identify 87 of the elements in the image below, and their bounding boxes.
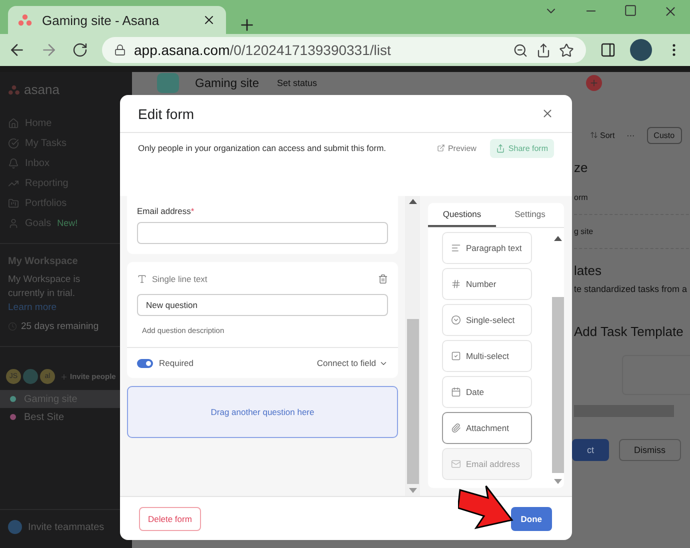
question-type-button[interactable]: Number [442, 268, 532, 300]
panel-tab[interactable]: Questions [428, 203, 496, 227]
background-text: g site [574, 215, 690, 249]
text-type-icon [137, 274, 147, 284]
set-status[interactable]: Set status [277, 78, 318, 88]
question-type-icon [451, 459, 461, 469]
customize-button[interactable]: Custo [646, 126, 682, 144]
profile-avatar[interactable] [630, 39, 652, 61]
required-toggle[interactable] [137, 358, 153, 368]
project-name: Best Site [24, 412, 64, 422]
back-icon[interactable] [8, 41, 26, 59]
dialog-title: Edit form [138, 106, 196, 122]
connect-field-dropdown[interactable]: Connect to field [316, 358, 388, 368]
maximize-icon[interactable] [624, 4, 637, 17]
question-type-icon [451, 279, 461, 289]
more-options-button[interactable]: ··· [626, 130, 635, 140]
preview-button[interactable]: Preview [430, 142, 482, 154]
external-link-icon [436, 144, 445, 152]
member-avatar [23, 369, 38, 384]
new-label: New! [57, 218, 78, 228]
question-type-icon [451, 315, 461, 325]
drop-zone[interactable]: Drag another question here [127, 386, 398, 438]
asana-logo-icon [8, 84, 20, 94]
share-icon[interactable] [536, 42, 551, 58]
tab-title: Gaming site - Asana [42, 12, 160, 28]
question-type-icon [451, 423, 461, 433]
question-type: Single line text [152, 274, 208, 284]
side-panel-icon[interactable] [600, 42, 616, 58]
nav-icon [8, 158, 19, 168]
access-notice: Only people in your organization can access and submit this form. [138, 143, 388, 153]
background-text: te standardized tasks from a [574, 284, 688, 296]
question-input-field[interactable]: New question [137, 294, 388, 316]
sort-icon [590, 131, 598, 139]
address-bar[interactable]: app.asana.com/0/1202417139390331/list [102, 37, 586, 63]
background-text: ze [574, 159, 589, 177]
add-button[interactable] [586, 75, 602, 91]
share-icon [496, 144, 506, 152]
question-type-button[interactable]: Multi-select [442, 340, 532, 372]
background-text: lates [574, 262, 602, 280]
question-type-icon [451, 243, 461, 253]
nav-icon [8, 118, 19, 128]
nav-icon [8, 198, 19, 208]
background-text: Add Task Template [574, 323, 684, 341]
question-label: Email address* [137, 206, 196, 216]
banner-button[interactable]: Dismiss [619, 439, 681, 461]
url-text: app.asana.com/0/1202417139390331/list [134, 42, 392, 58]
zoom-out-icon[interactable] [513, 42, 528, 58]
background-text: orm [574, 181, 690, 215]
share-form-button[interactable]: Share form [490, 138, 554, 158]
delete-form-button[interactable]: Delete form [139, 506, 201, 530]
question-type-button[interactable]: Single-select [442, 304, 532, 336]
nav-icon [8, 218, 19, 228]
reload-icon[interactable] [72, 42, 88, 58]
banner-button[interactable]: ct [572, 439, 610, 461]
asana-logo-icon [18, 14, 32, 26]
question-type-button[interactable]: Attachment [442, 412, 532, 444]
new-tab-icon[interactable] [238, 16, 256, 34]
panel-tab[interactable]: Settings [496, 203, 564, 227]
trial-text: My Workspace is currently in trial. Learn more [8, 273, 82, 315]
done-button[interactable]: Done [510, 506, 552, 530]
question-type-button[interactable]: Date [442, 376, 532, 408]
invite-avatar [8, 520, 22, 534]
scrollbar[interactable] [405, 196, 420, 496]
project-icon [157, 73, 179, 93]
close-window-icon[interactable] [663, 4, 678, 19]
trash-icon [378, 274, 388, 284]
star-icon[interactable] [559, 42, 574, 58]
browser-tab[interactable]: Gaming site - Asana [8, 6, 226, 34]
delete-icon[interactable] [378, 274, 388, 284]
question-type-icon [451, 351, 461, 361]
project-title: Gaming site [195, 76, 260, 90]
close-icon [541, 107, 554, 120]
close-button[interactable] [541, 107, 554, 120]
invite-teammates-link[interactable]: Invite teammates [28, 522, 104, 532]
days-remaining: 25 days remaining [8, 321, 124, 332]
plus-icon [589, 78, 599, 88]
required-label: Required [159, 358, 194, 368]
question-type-icon [451, 387, 461, 397]
lock-icon [114, 44, 126, 56]
close-icon[interactable] [202, 13, 216, 27]
logo-text: asana [24, 82, 60, 97]
forward-icon[interactable] [40, 41, 58, 59]
sort-button[interactable]: Sort [590, 130, 615, 140]
nav-icon [8, 138, 19, 148]
email-input-field[interactable] [137, 222, 388, 244]
plus-icon [60, 372, 68, 380]
question-type-button[interactable]: Paragraph text [442, 232, 532, 264]
